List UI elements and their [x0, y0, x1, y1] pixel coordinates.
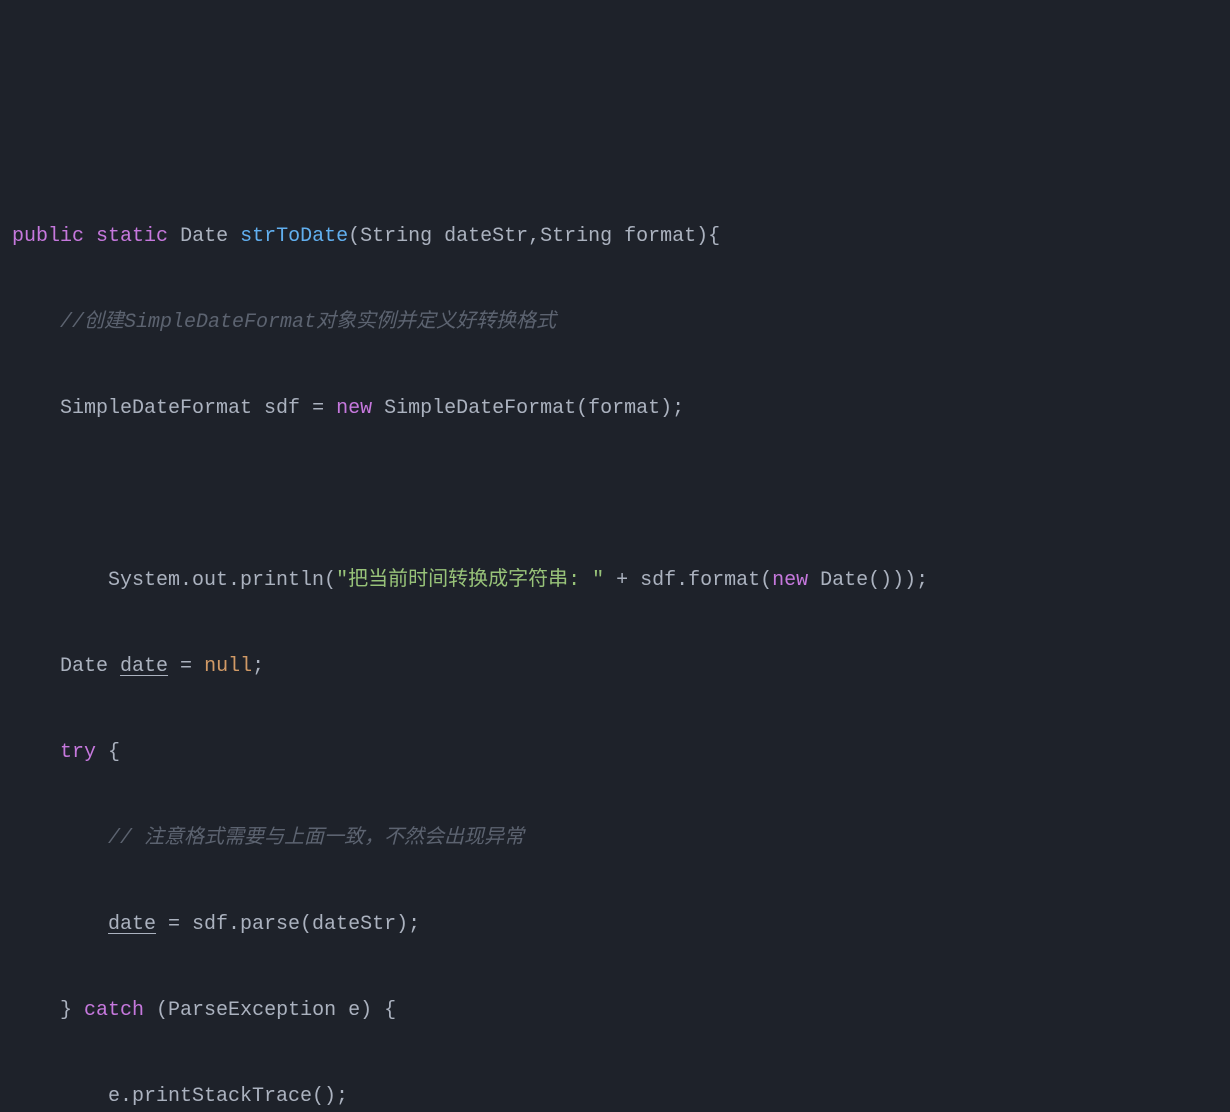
string-literal: "把当前时间转换成字符串: " — [336, 569, 604, 592]
comment: //创建SimpleDateFormat对象实例并定义好转换格式 — [60, 311, 556, 334]
code-line-3: SimpleDateFormat sdf = new SimpleDateFor… — [12, 387, 1230, 430]
parse-call: = sdf.parse(dateStr); — [156, 913, 420, 936]
code-line-8: // 注意格式需要与上面一致，不然会出现异常 — [12, 817, 1230, 860]
variable-date: date — [108, 913, 156, 936]
variable-declaration: SimpleDateFormat sdf — [60, 397, 312, 420]
catch-params: (ParseException e) { — [144, 999, 396, 1022]
null-literal: null — [204, 655, 252, 678]
print-stack-trace: e.printStackTrace(); — [108, 1085, 348, 1108]
keyword-new: new — [324, 397, 372, 420]
equals-operator: = — [312, 397, 324, 420]
return-type: Date — [180, 225, 228, 248]
code-line-11: e.printStackTrace(); — [12, 1075, 1230, 1112]
comment: // 注意格式需要与上面一致，不然会出现异常 — [108, 827, 524, 850]
close-brace: } — [60, 999, 84, 1022]
code-line-9: date = sdf.parse(dateStr); — [12, 903, 1230, 946]
keyword-try: try — [60, 741, 96, 764]
code-line-10: } catch (ParseException e) { — [12, 989, 1230, 1032]
code-line-7: try { — [12, 731, 1230, 774]
keyword-new: new — [772, 569, 808, 592]
method-params: (String dateStr,String format){ — [348, 225, 720, 248]
code-line-6: Date date = null; — [12, 645, 1230, 688]
code-line-4 — [12, 473, 1230, 516]
date-constructor: Date())); — [808, 569, 928, 592]
open-brace: { — [96, 741, 120, 764]
code-editor[interactable]: public static Date strToDate(String date… — [0, 172, 1230, 1112]
println-call: System.out.println( — [60, 569, 336, 592]
keyword-catch: catch — [84, 999, 144, 1022]
method-name: strToDate — [240, 225, 348, 248]
code-line-2: //创建SimpleDateFormat对象实例并定义好转换格式 — [12, 301, 1230, 344]
type-date: Date — [60, 655, 120, 678]
concat-plus: + sdf.format( — [604, 569, 772, 592]
variable-date: date — [120, 655, 168, 678]
keyword-public: public — [12, 225, 84, 248]
semicolon: ; — [252, 655, 264, 678]
code-line-1: public static Date strToDate(String date… — [12, 215, 1230, 258]
constructor-call: SimpleDateFormat(format); — [372, 397, 684, 420]
code-line-5: System.out.println("把当前时间转换成字符串: " + sdf… — [12, 559, 1230, 602]
equals-operator: = — [168, 655, 204, 678]
keyword-static: static — [96, 225, 168, 248]
